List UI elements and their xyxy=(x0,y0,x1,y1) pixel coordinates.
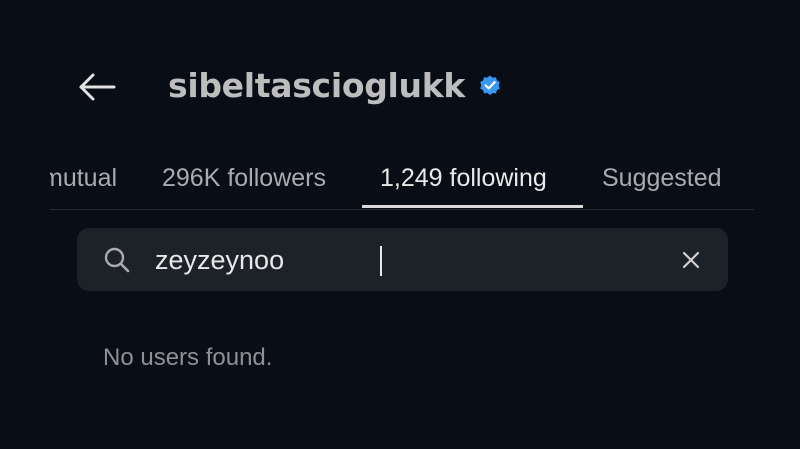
search-icon xyxy=(104,247,130,273)
follow-tabs: mutual 296K followers 1,249 following Su… xyxy=(50,148,754,210)
text-caret xyxy=(380,246,382,276)
search-box[interactable] xyxy=(77,228,728,291)
tab-mutual[interactable]: mutual xyxy=(50,148,117,208)
close-icon xyxy=(682,251,700,269)
profile-title: sibeltascioglukk xyxy=(168,62,503,108)
clear-search-button[interactable] xyxy=(678,247,704,273)
tabs-divider xyxy=(50,209,754,210)
following-screen: sibeltascioglukk mutual 296K followers 1… xyxy=(0,0,800,449)
active-tab-indicator xyxy=(362,205,583,208)
tab-followers[interactable]: 296K followers xyxy=(162,148,326,208)
search-input[interactable] xyxy=(155,238,655,282)
empty-results-message: No users found. xyxy=(103,344,273,371)
back-button[interactable] xyxy=(74,66,120,108)
arrow-left-icon xyxy=(79,73,116,101)
tab-suggested[interactable]: Suggested xyxy=(602,148,722,208)
verified-badge-icon xyxy=(477,72,503,98)
tab-following[interactable]: 1,249 following xyxy=(380,148,547,208)
username: sibeltascioglukk xyxy=(168,65,466,105)
